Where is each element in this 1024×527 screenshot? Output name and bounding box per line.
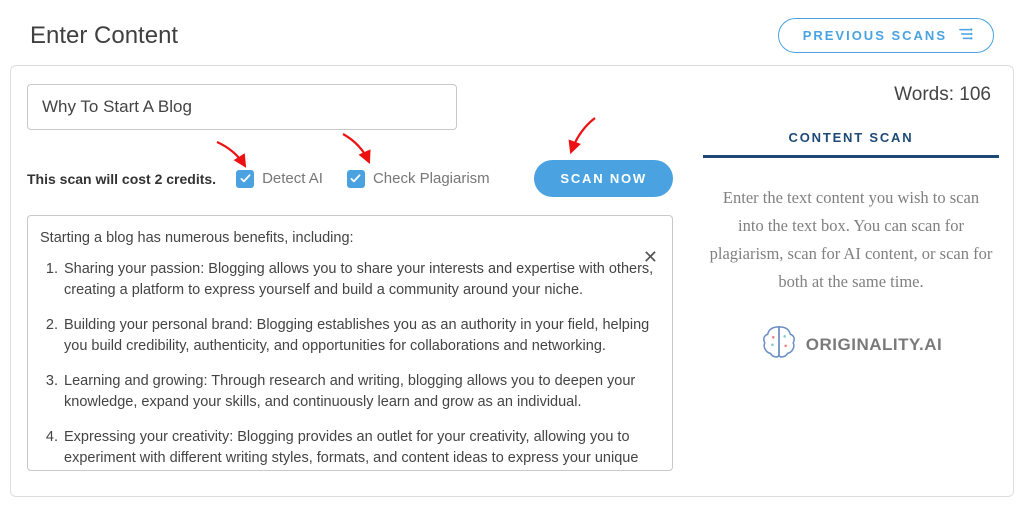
brand-logo: ORIGINALITY.AI [703,324,999,365]
close-icon[interactable]: ✕ [643,244,658,270]
main-container: This scan will cost 2 credits. Detect AI… [10,65,1014,497]
previous-scans-button[interactable]: PREVIOUS SCANS [778,18,994,53]
check-plagiarism-label: Check Plagiarism [373,170,490,187]
content-intro: Starting a blog has numerous benefits, i… [40,228,660,249]
brain-icon [760,324,798,365]
check-plagiarism-checkbox[interactable]: Check Plagiarism [347,170,490,188]
cost-label: This scan will cost 2 credits. [27,171,216,187]
word-count-label: Words: [894,84,954,105]
previous-scans-label: PREVIOUS SCANS [803,28,947,43]
scan-now-button[interactable]: SCAN NOW [534,160,673,197]
list-item: Expressing your creativity: Blogging pro… [62,427,660,471]
filter-icon [959,27,973,44]
sidebar-tabs: CONTENT SCAN [703,130,999,158]
brand-logo-text: ORIGINALITY.AI [806,335,942,355]
annotation-arrow-icon [565,116,603,158]
tab-content-scan[interactable]: CONTENT SCAN [703,130,999,158]
page-title: Enter Content [30,22,178,50]
detect-ai-label: Detect AI [262,170,323,187]
content-list: Sharing your passion: Blogging allows yo… [40,259,660,471]
detect-ai-checkbox[interactable]: Detect AI [236,170,323,188]
checkbox-checked-icon [236,170,254,188]
word-count: Words: 106 [703,84,999,106]
list-item: Sharing your passion: Blogging allows yo… [62,259,660,301]
title-input[interactable] [27,84,457,130]
list-item: Learning and growing: Through research a… [62,371,660,413]
word-count-value: 106 [959,84,991,105]
content-textarea[interactable]: ✕ Starting a blog has numerous benefits,… [27,215,673,471]
list-item: Building your personal brand: Blogging e… [62,315,660,357]
checkbox-checked-icon [347,170,365,188]
sidebar-help-text: Enter the text content you wish to scan … [703,184,999,296]
